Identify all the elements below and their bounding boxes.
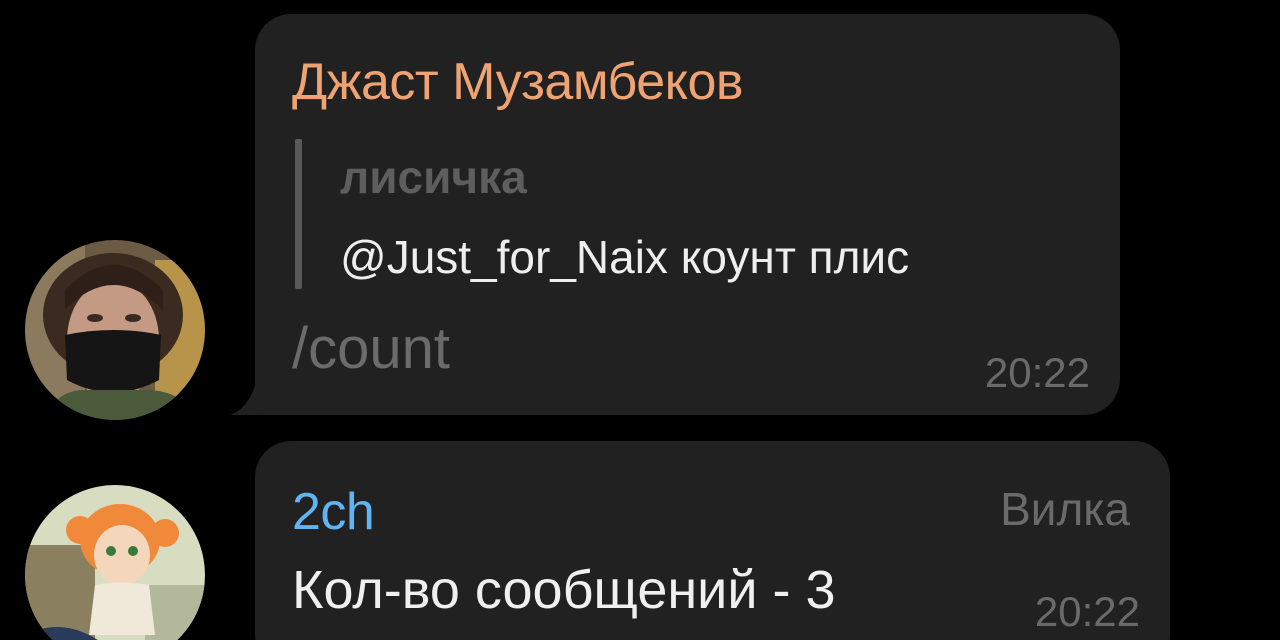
user-avatar-muzambekov[interactable] xyxy=(25,240,205,420)
message-time: 20:22 xyxy=(1034,588,1140,635)
avatar-illustration xyxy=(25,485,205,640)
sender-name[interactable]: 2ch xyxy=(292,486,375,538)
message-bubble[interactable]: Джаст Музамбеков лисичка @Just_for_Naix … xyxy=(255,14,1120,415)
sender-title-badge: Вилка xyxy=(1000,483,1130,535)
message-bubble[interactable]: 2ch Вилка Кол-во сообщений - 3 20:22 xyxy=(255,441,1170,640)
avatar-photo xyxy=(25,240,205,420)
reply-bar xyxy=(295,139,302,289)
sender-name[interactable]: Джаст Музамбеков xyxy=(292,56,744,108)
message-text: Кол-во сообщений - 3 xyxy=(292,560,836,620)
reply-text: @Just_for_Naix коунт плис xyxy=(340,231,910,283)
reply-quote[interactable]: лисичка @Just_for_Naix коунт плис xyxy=(295,139,1095,289)
message-time: 20:22 xyxy=(984,349,1090,396)
chat-view: Джаст Музамбеков лисичка @Just_for_Naix … xyxy=(0,0,1280,640)
reply-author: лисичка xyxy=(340,151,527,203)
user-avatar-2ch[interactable] xyxy=(25,485,205,640)
message-text: /count xyxy=(292,316,450,381)
